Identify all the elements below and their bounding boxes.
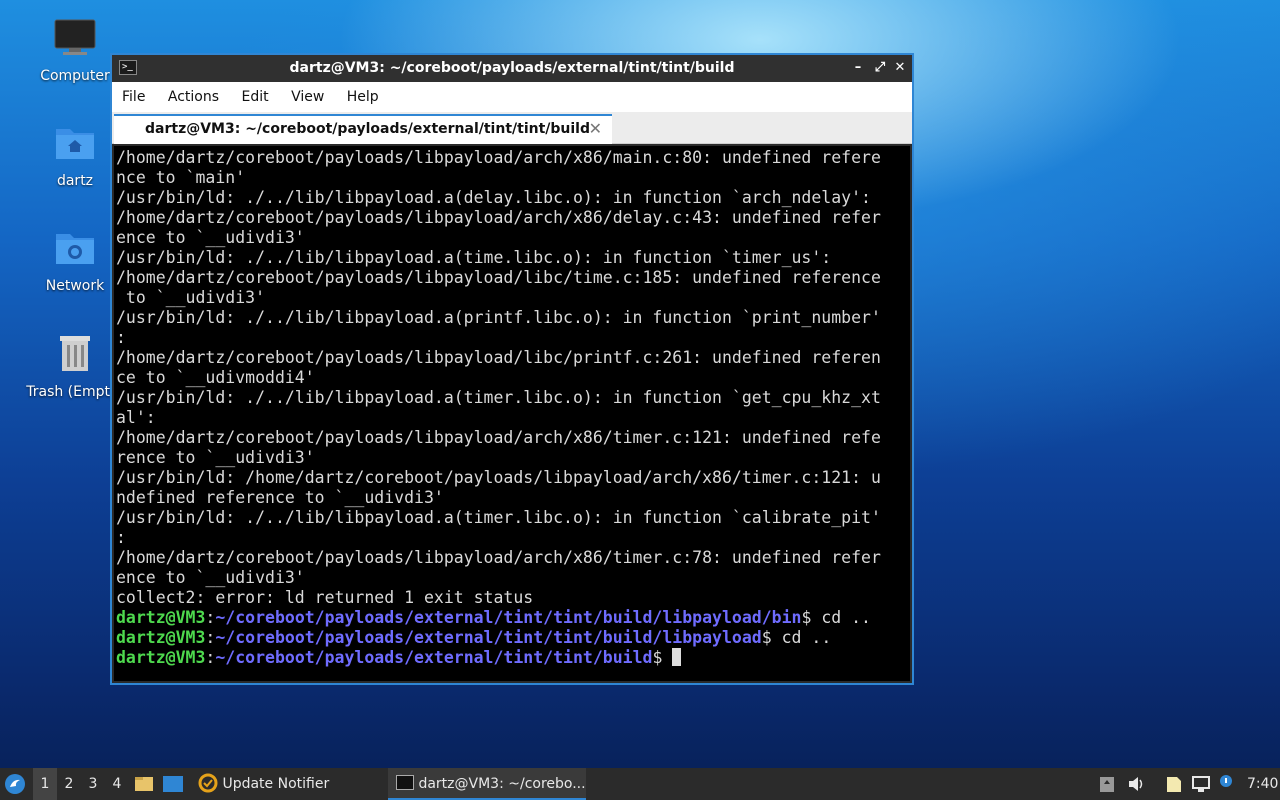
- menu-file[interactable]: File: [122, 82, 145, 105]
- task-label: dartz@VM3: ~/corebo...: [418, 776, 586, 792]
- prompt-user: dartz@VM3: [116, 628, 206, 647]
- terminal-window: >_ dartz@VM3: ~/coreboot/payloads/extern…: [110, 53, 914, 685]
- monitor-icon: [54, 19, 96, 55]
- terminal-line: /usr/bin/ld: ./../lib/libpayload.a(timer…: [116, 508, 881, 527]
- terminal-line: collect2: error: ld returned 1 exit stat…: [116, 588, 534, 607]
- workspace-1[interactable]: 1: [33, 768, 57, 800]
- workspace-2[interactable]: 2: [57, 768, 81, 800]
- minimize-button[interactable]: –: [849, 59, 867, 77]
- task-update-notifier[interactable]: Update Notifier: [190, 768, 380, 800]
- terminal-line: ence to `__udivdi3': [116, 568, 305, 587]
- terminal-prompt-line: dartz@VM3:~/coreboot/payloads/external/t…: [116, 648, 910, 668]
- clipboard-icon[interactable]: [1099, 775, 1115, 793]
- terminal-line: /usr/bin/ld: ./../lib/libpayload.a(delay…: [116, 188, 871, 207]
- window-titlebar[interactable]: >_ dartz@VM3: ~/coreboot/payloads/extern…: [112, 55, 912, 82]
- terminal-line: /usr/bin/ld: ./../lib/libpayload.a(time.…: [116, 248, 832, 267]
- terminal-line: al':: [116, 408, 156, 427]
- terminal-line: /home/dartz/coreboot/payloads/libpayload…: [116, 548, 881, 567]
- update-notifier-icon: [198, 773, 218, 793]
- task-label: Update Notifier: [222, 776, 330, 792]
- close-button[interactable]: ✕: [891, 59, 909, 77]
- terminal-line: /usr/bin/ld: /home/dartz/coreboot/payloa…: [116, 468, 881, 487]
- network-folder-icon: [56, 234, 94, 264]
- terminal-line: :: [116, 328, 126, 347]
- terminal-line: rence to `__udivdi3': [116, 448, 315, 467]
- prompt-sep: :: [205, 648, 216, 667]
- updates-available-icon[interactable]: [1216, 773, 1236, 793]
- maximize-button[interactable]: ⤢: [871, 59, 889, 77]
- home-folder-icon: [56, 129, 94, 159]
- prompt-sep: :: [205, 608, 216, 627]
- tab-close-icon[interactable]: ✕: [589, 119, 602, 138]
- prompt-path: ~/coreboot/payloads/external/tint/tint/b…: [215, 608, 802, 627]
- terminal-prompt-line: dartz@VM3:~/coreboot/payloads/external/t…: [116, 628, 910, 648]
- window-title: dartz@VM3: ~/coreboot/payloads/external/…: [289, 60, 735, 76]
- terminal-tab[interactable]: dartz@VM3: ~/coreboot/payloads/external/…: [114, 114, 612, 144]
- terminal-cursor: [672, 648, 682, 666]
- menu-view[interactable]: View: [291, 82, 324, 105]
- notes-icon[interactable]: [1164, 774, 1184, 794]
- tab-label: dartz@VM3: ~/coreboot/payloads/external/…: [145, 121, 590, 137]
- terminal-line: /usr/bin/ld: ./../lib/libpayload.a(timer…: [116, 388, 881, 407]
- terminal-line: /home/dartz/coreboot/payloads/libpayload…: [116, 348, 881, 367]
- terminal-line: :: [116, 528, 126, 547]
- terminal-line: /home/dartz/coreboot/payloads/libpayload…: [116, 148, 881, 167]
- menu-actions[interactable]: Actions: [168, 82, 219, 105]
- terminal-line: ce to `__udivmoddi4': [116, 368, 315, 387]
- terminal-line: /home/dartz/coreboot/payloads/libpayload…: [116, 428, 881, 447]
- network-status-icon[interactable]: [1191, 774, 1211, 794]
- terminal-prompt-line: dartz@VM3:~/coreboot/payloads/external/t…: [116, 608, 910, 628]
- prompt-command: $ cd ..: [761, 628, 832, 647]
- prompt-path: ~/coreboot/payloads/external/tint/tint/b…: [215, 628, 762, 647]
- terminal-icon: [396, 775, 414, 790]
- prompt-sep: :: [205, 628, 216, 647]
- task-terminal[interactable]: dartz@VM3: ~/corebo...: [388, 768, 586, 800]
- workspace-4[interactable]: 4: [105, 768, 129, 800]
- start-menu-icon[interactable]: [4, 773, 26, 795]
- terminal-line: /home/dartz/coreboot/payloads/libpayload…: [116, 208, 881, 227]
- menu-edit[interactable]: Edit: [241, 82, 268, 105]
- prompt-path: ~/coreboot/payloads/external/tint/tint/b…: [215, 648, 653, 667]
- terminal-line: nce to `main': [116, 168, 246, 187]
- trash-icon: [60, 336, 90, 371]
- prompt-user: dartz@VM3: [116, 648, 206, 667]
- terminal-line: ndefined reference to `__udivdi3': [116, 488, 444, 507]
- volume-icon[interactable]: [1127, 775, 1145, 793]
- terminal-line: to `__udivdi3': [116, 288, 266, 307]
- prompt-user: dartz@VM3: [116, 608, 206, 627]
- prompt-command: $: [652, 648, 673, 667]
- terminal-line: /usr/bin/ld: ./../lib/libpayload.a(print…: [116, 308, 881, 327]
- show-desktop-icon[interactable]: [162, 775, 184, 793]
- menu-bar: File Actions Edit View Help: [112, 82, 912, 112]
- clock[interactable]: 7:40: [1247, 768, 1278, 800]
- file-manager-icon[interactable]: [134, 775, 154, 793]
- prompt-command: $ cd ..: [801, 608, 871, 627]
- terminal-line: ence to `__udivdi3': [116, 228, 305, 247]
- menu-help[interactable]: Help: [347, 82, 379, 105]
- workspace-3[interactable]: 3: [81, 768, 105, 800]
- terminal-line: /home/dartz/coreboot/payloads/libpayload…: [116, 268, 881, 287]
- taskbar: 1 2 3 4 Update Notifier dartz@VM3: ~/cor…: [0, 768, 1280, 800]
- tab-bar: dartz@VM3: ~/coreboot/payloads/external/…: [112, 112, 912, 144]
- terminal-output[interactable]: /home/dartz/coreboot/payloads/libpayload…: [114, 146, 910, 681]
